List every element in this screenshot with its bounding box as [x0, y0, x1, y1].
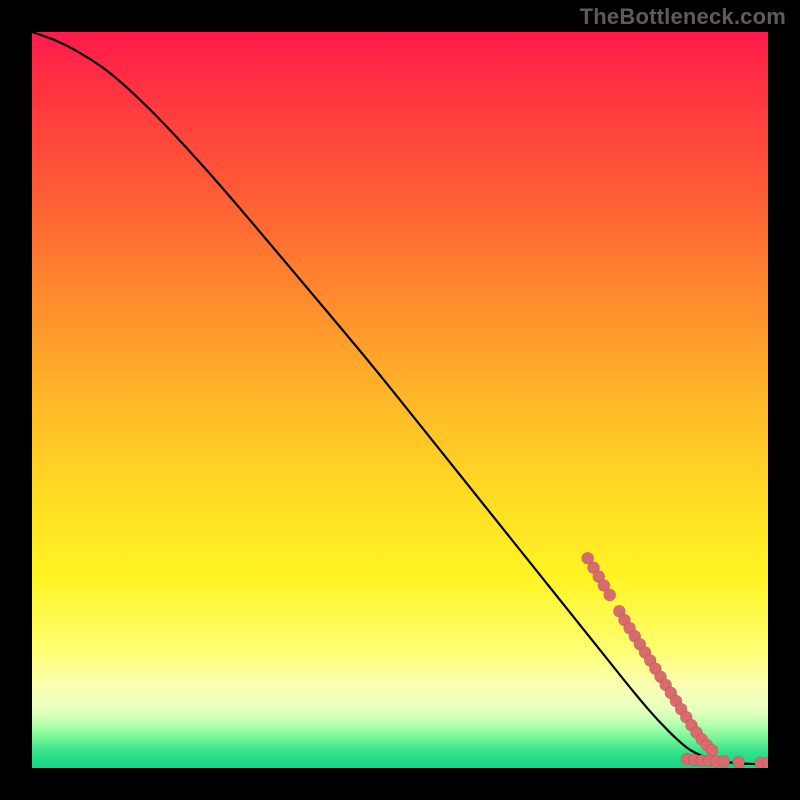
data-point — [604, 589, 616, 601]
data-point — [733, 756, 745, 768]
bottleneck-curve — [32, 32, 768, 764]
plot-area — [32, 32, 768, 768]
chart-stage: TheBottleneck.com — [0, 0, 800, 800]
scatter-points — [582, 552, 768, 768]
data-point — [718, 755, 730, 767]
chart-overlay — [32, 32, 768, 768]
watermark-text: TheBottleneck.com — [580, 4, 786, 30]
